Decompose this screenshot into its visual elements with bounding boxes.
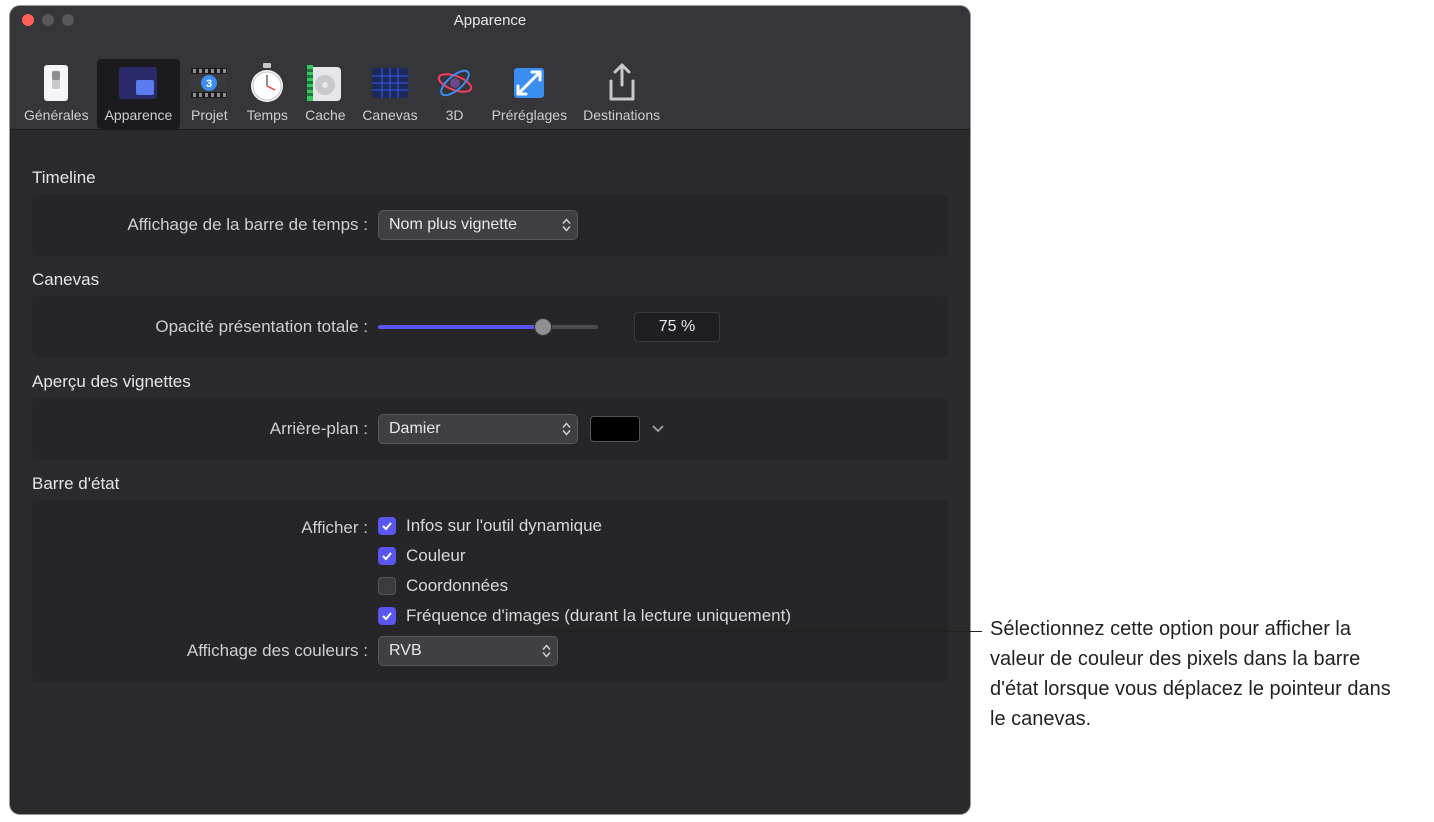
chevron-updown-icon — [562, 423, 571, 436]
window-title: Apparence — [10, 12, 970, 29]
checkbox-framerate[interactable] — [378, 607, 396, 625]
appearance-icon — [118, 63, 158, 103]
tab-label: Préréglages — [492, 107, 568, 123]
bg-popup[interactable]: Damier — [378, 414, 578, 444]
opacity-value-field[interactable]: 75 % — [634, 312, 720, 342]
checkbox-label: Couleur — [406, 546, 466, 566]
section-timeline: Affichage de la barre de temps : Nom plu… — [32, 194, 948, 256]
tab-label: Projet — [191, 107, 228, 123]
tab-cache[interactable]: Cache — [296, 59, 354, 129]
section-canvas: Opacité présentation totale : 75 % — [32, 296, 948, 358]
section-statusbar: Afficher : Infos sur l'outil dynamique C… — [32, 500, 948, 682]
titlebar: Apparence — [10, 6, 970, 34]
preferences-window: Apparence Générales Apparence 3 Projet T… — [10, 6, 970, 814]
tab-destinations[interactable]: Destinations — [575, 59, 668, 129]
slider-thumb[interactable] — [534, 318, 552, 336]
tab-project[interactable]: 3 Projet — [180, 59, 238, 129]
checkbox-color[interactable] — [378, 547, 396, 565]
disk-icon — [305, 63, 345, 103]
section-title-timeline: Timeline — [32, 168, 948, 188]
tab-time[interactable]: Temps — [238, 59, 296, 129]
checkbox-dynamic-tool-info[interactable] — [378, 517, 396, 535]
section-thumbnails: Arrière-plan : Damier — [32, 398, 948, 460]
bg-label: Arrière-plan : — [48, 419, 378, 439]
checkbox-label: Fréquence d'images (durant la lecture un… — [406, 606, 791, 626]
opacity-slider[interactable] — [378, 325, 598, 329]
color-display-popup[interactable]: RVB — [378, 636, 558, 666]
grid-icon — [370, 63, 410, 103]
tab-canvas[interactable]: Canevas — [354, 59, 425, 129]
chevron-down-icon[interactable] — [652, 420, 664, 438]
section-title-statusbar: Barre d'état — [32, 474, 948, 494]
callout-leader-line — [524, 631, 982, 632]
switch-icon — [36, 63, 76, 103]
share-icon — [602, 63, 642, 103]
checkbox-label: Coordonnées — [406, 576, 508, 596]
chevron-updown-icon — [562, 219, 571, 232]
opacity-label: Opacité présentation totale : — [48, 317, 378, 337]
tab-label: 3D — [446, 107, 464, 123]
tab-label: Canevas — [362, 107, 417, 123]
tab-label: Temps — [247, 107, 288, 123]
tab-label: Cache — [305, 107, 345, 123]
tab-label: Destinations — [583, 107, 660, 123]
section-title-thumbnails: Aperçu des vignettes — [32, 372, 948, 392]
checkbox-label: Infos sur l'outil dynamique — [406, 516, 602, 536]
orbit-icon — [435, 63, 475, 103]
slider-fill — [378, 325, 543, 329]
popup-value: Nom plus vignette — [389, 216, 517, 234]
timebar-display-label: Affichage de la barre de temps : — [48, 215, 378, 235]
preferences-content: Timeline Affichage de la barre de temps … — [10, 130, 970, 814]
callout-text: Sélectionnez cette option pour afficher … — [990, 614, 1410, 734]
tab-general[interactable]: Générales — [16, 59, 97, 129]
tab-label: Apparence — [105, 107, 173, 123]
chevron-updown-icon — [542, 645, 551, 658]
checkbox-coordinates[interactable] — [378, 577, 396, 595]
svg-text:3: 3 — [206, 78, 212, 90]
tab-3d[interactable]: 3D — [426, 59, 484, 129]
popup-value: RVB — [389, 642, 422, 660]
resize-icon — [509, 63, 549, 103]
popup-value: Damier — [389, 420, 441, 438]
stopwatch-icon — [247, 63, 287, 103]
preferences-toolbar: Générales Apparence 3 Projet Temps Cache — [10, 34, 970, 130]
tab-appearance[interactable]: Apparence — [97, 59, 181, 129]
bg-color-well[interactable] — [590, 416, 640, 442]
timebar-display-popup[interactable]: Nom plus vignette — [378, 210, 578, 240]
section-title-canvas: Canevas — [32, 270, 948, 290]
tab-label: Générales — [24, 107, 89, 123]
tab-presets[interactable]: Préréglages — [484, 59, 576, 129]
show-label: Afficher : — [48, 516, 378, 538]
film-icon: 3 — [189, 63, 229, 103]
color-display-label: Affichage des couleurs : — [48, 641, 378, 661]
